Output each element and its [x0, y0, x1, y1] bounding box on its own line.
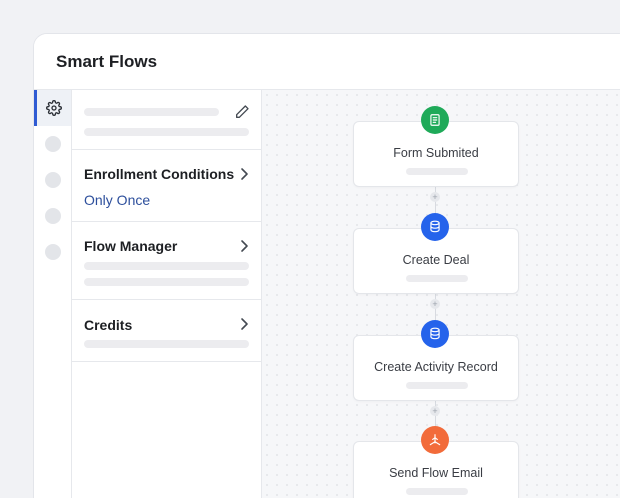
chevron-right-icon: [241, 168, 248, 180]
add-step-icon[interactable]: +: [430, 299, 440, 309]
pencil-icon[interactable]: [234, 104, 250, 120]
rail-item-settings[interactable]: [34, 90, 71, 126]
text-placeholder: [84, 278, 249, 286]
flow-canvas[interactable]: Form Submited + Create Deal + Create Act…: [262, 90, 620, 498]
section-label: Enrollment Conditions: [84, 166, 235, 182]
text-placeholder: [84, 128, 249, 136]
app-window: Smart Flows Enrollment Conditions Only O…: [33, 33, 620, 498]
add-step-icon[interactable]: +: [430, 192, 440, 202]
text-placeholder: [84, 108, 219, 116]
node-label: Form Submited: [393, 146, 479, 160]
text-placeholder: [406, 168, 468, 175]
rail-item-placeholder[interactable]: [45, 136, 61, 152]
header: Smart Flows: [34, 34, 620, 90]
page-title: Smart Flows: [56, 52, 158, 71]
text-placeholder: [406, 488, 468, 495]
section-label: Flow Manager: [84, 238, 178, 254]
document-icon: [421, 106, 449, 134]
rail-item-placeholder[interactable]: [45, 244, 61, 260]
flow-manager-section[interactable]: Flow Manager: [72, 222, 261, 300]
settings-panel: Enrollment Conditions Only Once Flow Man…: [72, 90, 262, 498]
rail-item-placeholder[interactable]: [45, 208, 61, 224]
credits-section[interactable]: Credits: [72, 300, 261, 362]
node-label: Create Deal: [402, 253, 470, 267]
database-icon: [421, 320, 449, 348]
database-icon: [421, 213, 449, 241]
enrollment-value: Only Once: [84, 192, 151, 208]
text-placeholder: [84, 340, 249, 348]
node-label: Create Activity Record: [374, 360, 498, 374]
chevron-right-icon: [241, 318, 248, 330]
send-icon: [421, 426, 449, 454]
text-placeholder: [84, 262, 249, 270]
text-placeholder: [406, 275, 468, 282]
section-label: Credits: [84, 317, 133, 333]
node-label: Send Flow Email: [389, 466, 483, 480]
add-step-icon[interactable]: +: [430, 406, 440, 416]
enrollment-conditions-section[interactable]: Enrollment Conditions Only Once: [72, 150, 261, 222]
text-placeholder: [406, 382, 468, 389]
chevron-right-icon: [241, 240, 248, 252]
flow-name-section: [72, 90, 261, 150]
icon-rail: [34, 90, 72, 498]
gear-icon: [46, 100, 62, 116]
rail-item-placeholder[interactable]: [45, 172, 61, 188]
